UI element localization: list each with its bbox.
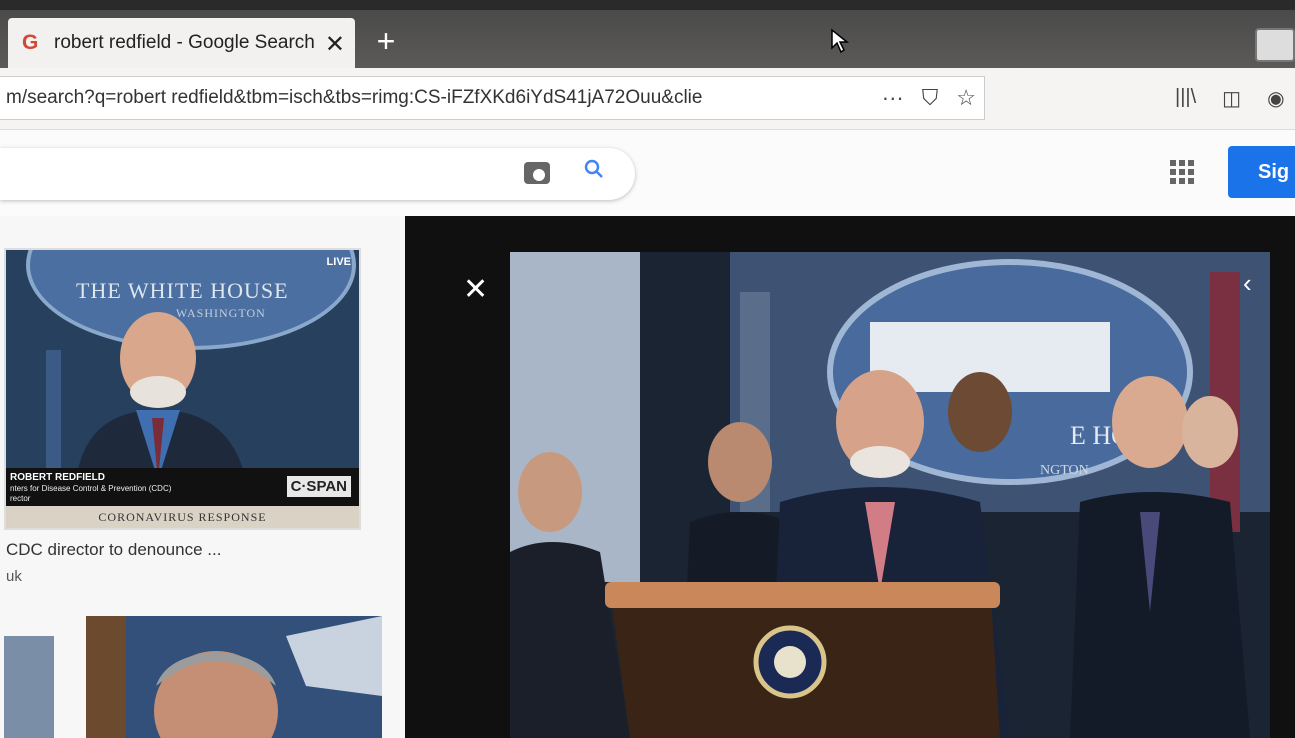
url-text[interactable]: m/search?q=robert redfield&tbm=isch&tbs=… [0,87,840,109]
tab-bar: G robert redfield - Google Search ✕ + [0,10,1295,68]
result-title[interactable]: CDC director to denounce ... [6,540,221,560]
close-tab-icon[interactable]: ✕ [325,30,345,59]
photo-seal-subtext: NGTON [1040,463,1089,478]
new-tab-button[interactable]: + [366,24,406,60]
lower-third: ROBERT REDFIELD nters for Disease Contro… [6,468,359,506]
live-badge: LIVE [326,256,351,268]
bookmark-star-icon[interactable]: ☆ [956,85,976,111]
google-g-icon: G [22,31,39,54]
camera-search-icon[interactable] [524,162,550,184]
more-actions-icon[interactable]: ··· [882,85,904,111]
result-thumbnail[interactable]: THE WHITE HOUSE WASHINGTON LIVE ROBERT R… [4,248,361,530]
cspan-logo: C·SPAN [286,476,351,497]
address-bar[interactable]: m/search?q=robert redfield&tbm=isch&tbs=… [0,76,985,120]
library-icon[interactable]: |||\ [1175,86,1196,111]
browser-tab[interactable]: G robert redfield - Google Search ✕ [8,18,355,68]
speaker-figure [46,312,246,480]
search-input[interactable] [0,148,635,200]
caption-banner: CORONAVIRUS RESPONSE [6,506,359,528]
result-source: uk [6,568,22,585]
image-results: THE WHITE HOUSE WASHINGTON LIVE ROBERT R… [0,216,405,738]
sign-in-button[interactable]: Sig [1228,146,1295,198]
caption-org: nters for Disease Control & Prevention (… [10,484,172,493]
caption-name: ROBERT REDFIELD [10,472,105,483]
preview-image[interactable]: E HOU NGTON [510,252,1270,738]
search-icon[interactable] [583,158,605,187]
seal-text: THE WHITE HOUSE [76,278,289,303]
window-restore-button[interactable] [1255,28,1295,62]
tab-title: robert redfield - Google Search [54,32,315,53]
close-icon[interactable]: ✕ [463,272,488,307]
apps-grid-icon[interactable] [1170,160,1194,184]
result-thumbnail[interactable] [4,636,54,738]
sidebar-icon[interactable]: ◫ [1222,86,1241,111]
press-briefing-photo: E HOU NGTON [510,252,1270,738]
caption-role: rector [10,494,31,503]
account-icon[interactable]: ◉ [1267,86,1284,111]
result-thumbnail[interactable] [86,616,382,738]
navigation-bar: m/search?q=robert redfield&tbm=isch&tbs=… [0,68,1295,130]
mouse-cursor-icon [831,28,850,54]
speaker-figure [86,616,382,738]
image-viewer: ✕ E HOU NGTON ‹ [405,216,1295,738]
pocket-icon[interactable]: ⛉ [922,85,939,111]
google-header: Sig [0,130,1295,216]
previous-image-icon[interactable]: ‹ [1243,268,1252,299]
